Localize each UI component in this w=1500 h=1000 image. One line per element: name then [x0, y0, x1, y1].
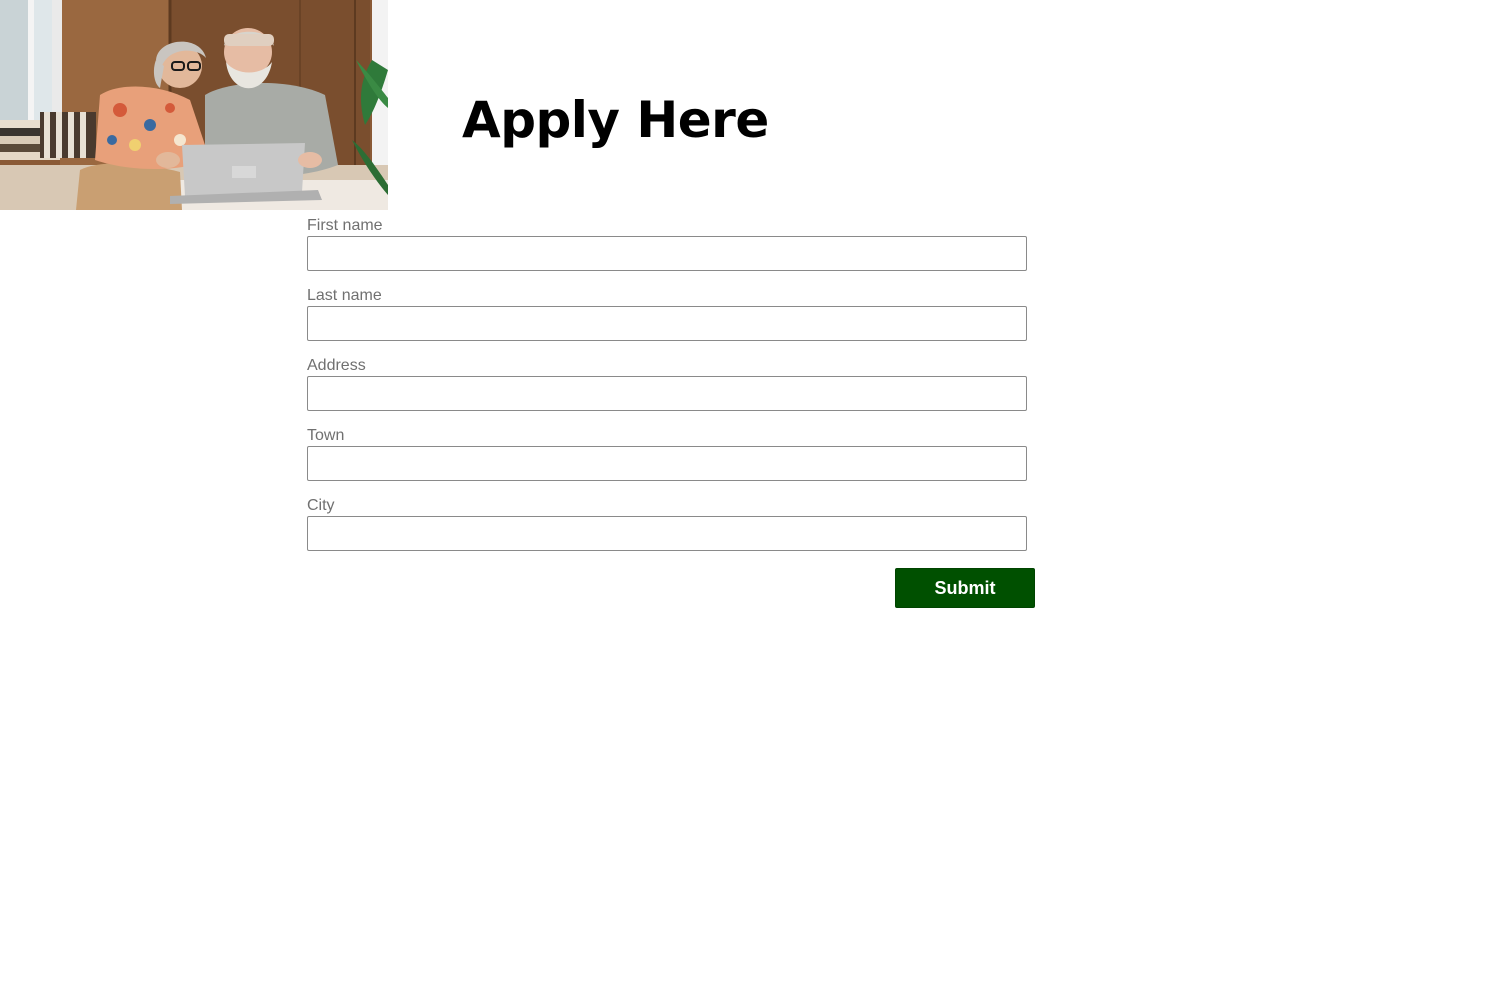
hero-photo	[0, 0, 388, 210]
submit-row: Submit	[307, 566, 1035, 618]
first-name-field-group: First name	[307, 216, 1035, 286]
address-label: Address	[307, 357, 366, 374]
last-name-label: Last name	[307, 287, 382, 304]
town-field-group: Town	[307, 426, 1035, 496]
town-input[interactable]	[307, 446, 1027, 481]
city-field-group: City	[307, 496, 1035, 566]
first-name-input[interactable]	[307, 236, 1027, 271]
page-title: Apply Here	[462, 91, 769, 149]
address-field-group: Address	[307, 356, 1035, 426]
town-label: Town	[307, 427, 345, 444]
city-label: City	[307, 497, 335, 514]
application-form: First name Last name Address Town City S…	[307, 216, 1035, 618]
last-name-input[interactable]	[307, 306, 1027, 341]
address-input[interactable]	[307, 376, 1027, 411]
submit-button[interactable]: Submit	[895, 568, 1035, 608]
last-name-field-group: Last name	[307, 286, 1035, 356]
application-page: Apply Here First name Last name Address …	[0, 0, 1500, 1000]
city-input[interactable]	[307, 516, 1027, 551]
first-name-label: First name	[307, 217, 383, 234]
